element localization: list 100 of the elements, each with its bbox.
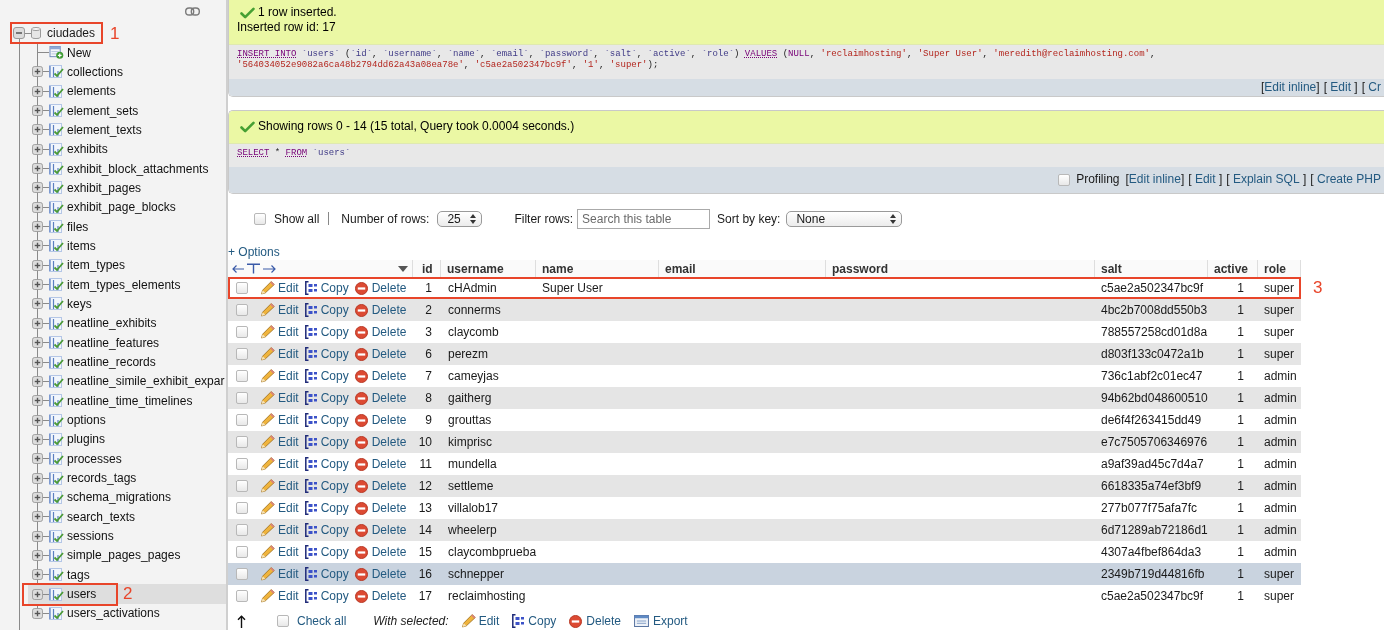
column-header[interactable]: name <box>536 260 659 277</box>
filter-input[interactable]: Search this table <box>577 208 711 229</box>
plus-box-icon[interactable] <box>32 395 43 407</box>
copy-link[interactable]: Copy <box>304 325 349 339</box>
query-link[interactable]: Cr <box>1368 81 1381 94</box>
plus-box-icon[interactable] <box>32 66 43 78</box>
export-link[interactable]: Export <box>634 614 688 628</box>
query-link[interactable]: Create PHP <box>1316 173 1381 186</box>
query-link[interactable]: Edit <box>1194 173 1216 186</box>
edit-link[interactable]: Edit <box>261 347 299 361</box>
row-checkbox[interactable] <box>236 590 248 602</box>
tree-item[interactable]: items <box>28 236 226 256</box>
query-link[interactable]: Explain SQL <box>1232 173 1300 186</box>
tree-item[interactable]: exhibits <box>28 139 226 159</box>
tree-item[interactable]: neatline_features <box>28 333 226 353</box>
row-checkbox[interactable] <box>236 282 248 294</box>
edit-link[interactable]: Edit <box>261 281 299 295</box>
tree-item[interactable]: element_texts <box>28 120 226 140</box>
edit-link[interactable]: Edit <box>261 303 299 317</box>
plus-box-icon[interactable] <box>32 182 43 194</box>
check-all-link[interactable]: Check all <box>297 614 347 628</box>
column-header[interactable]: username <box>441 260 536 277</box>
edit-link[interactable]: Edit <box>261 501 299 515</box>
column-header[interactable]: password <box>826 260 1095 277</box>
copy-link[interactable]: Copy <box>304 347 349 361</box>
edit-link[interactable]: Edit <box>261 325 299 339</box>
plus-box-icon[interactable] <box>32 143 43 155</box>
delete-link[interactable]: Delete <box>354 545 407 559</box>
copy-link[interactable]: Copy <box>512 614 557 628</box>
plus-box-icon[interactable] <box>32 414 43 426</box>
edit-link[interactable]: Edit <box>261 545 299 559</box>
copy-link[interactable]: Copy <box>304 567 349 581</box>
copy-link[interactable]: Copy <box>304 479 349 493</box>
plus-box-icon[interactable] <box>32 337 43 349</box>
tree-item[interactable]: exhibit_page_blocks <box>28 197 226 217</box>
edit-link[interactable]: Edit <box>461 614 500 628</box>
query-link[interactable]: Edit <box>1330 81 1351 94</box>
plus-box-icon[interactable] <box>32 356 43 368</box>
column-header[interactable]: salt <box>1095 260 1208 277</box>
row-checkbox[interactable] <box>236 568 248 580</box>
tree-item[interactable]: plugins <box>28 429 226 450</box>
plus-box-icon[interactable] <box>32 298 43 310</box>
plus-box-icon[interactable] <box>32 279 43 291</box>
row-checkbox[interactable] <box>236 326 248 338</box>
delete-link[interactable]: Delete <box>354 523 407 537</box>
copy-link[interactable]: Copy <box>304 281 349 295</box>
tree-item[interactable]: files <box>28 216 226 237</box>
row-checkbox[interactable] <box>236 436 248 448</box>
plus-box-icon[interactable] <box>32 608 43 619</box>
copy-link[interactable]: Copy <box>304 457 349 471</box>
column-header[interactable]: active <box>1208 260 1258 277</box>
tree-item[interactable]: options <box>28 410 226 430</box>
tree-item[interactable]: tags <box>28 565 226 585</box>
tree-item[interactable]: item_types <box>28 255 226 275</box>
row-checkbox[interactable] <box>236 304 248 316</box>
delete-link[interactable]: Delete <box>354 369 407 383</box>
link-icon[interactable] <box>185 7 200 17</box>
plus-box-icon[interactable] <box>32 511 43 523</box>
tree-item[interactable]: schema_migrations <box>28 487 226 508</box>
plus-box-icon[interactable] <box>32 588 43 600</box>
edit-link[interactable]: Edit <box>261 567 299 581</box>
row-checkbox[interactable] <box>236 392 248 404</box>
profiling-checkbox[interactable] <box>1058 173 1071 186</box>
delete-link[interactable]: Delete <box>354 567 407 581</box>
row-checkbox[interactable] <box>236 480 248 492</box>
copy-link[interactable]: Copy <box>304 589 349 603</box>
plus-box-icon[interactable] <box>32 549 43 561</box>
edit-link[interactable]: Edit <box>261 435 299 449</box>
tree-item[interactable]: neatline_time_timelines <box>28 391 226 411</box>
plus-box-icon[interactable] <box>32 85 43 97</box>
tree-item[interactable]: item_types_elements <box>28 274 226 295</box>
sort-select[interactable]: None <box>786 210 903 227</box>
edit-link[interactable]: Edit <box>261 457 299 471</box>
delete-link[interactable]: Delete <box>354 501 407 515</box>
tree-item[interactable]: records_tags <box>28 468 226 488</box>
delete-link[interactable]: Delete <box>354 413 407 427</box>
tree-item[interactable]: users_activations <box>28 603 226 624</box>
double-arrow-icon[interactable] <box>232 263 276 274</box>
plus-box-icon[interactable] <box>32 124 43 136</box>
tree-item[interactable]: keys <box>28 294 226 314</box>
edit-link[interactable]: Edit <box>261 413 299 427</box>
row-checkbox[interactable] <box>236 414 248 426</box>
delete-link[interactable]: Delete <box>354 303 407 317</box>
plus-box-icon[interactable] <box>32 433 43 445</box>
tree-item[interactable]: exhibit_pages <box>28 178 226 198</box>
minus-box-icon[interactable] <box>13 27 25 40</box>
rows-select[interactable]: 25 <box>437 210 483 227</box>
plus-box-icon[interactable] <box>32 491 43 503</box>
tree-item[interactable]: processes <box>28 449 226 469</box>
row-checkbox[interactable] <box>236 502 248 514</box>
tree-item[interactable]: element_sets <box>28 100 226 121</box>
delete-link[interactable]: Delete <box>354 325 407 339</box>
plus-box-icon[interactable] <box>32 530 43 542</box>
tree-item[interactable]: neatline_exhibits <box>28 313 226 333</box>
tree-item[interactable]: sessions <box>28 526 226 546</box>
delete-link[interactable]: Delete <box>354 457 407 471</box>
row-checkbox[interactable] <box>236 348 248 360</box>
tree-item[interactable]: search_texts <box>28 507 226 527</box>
row-checkbox[interactable] <box>236 370 248 382</box>
plus-box-icon[interactable] <box>32 163 43 175</box>
